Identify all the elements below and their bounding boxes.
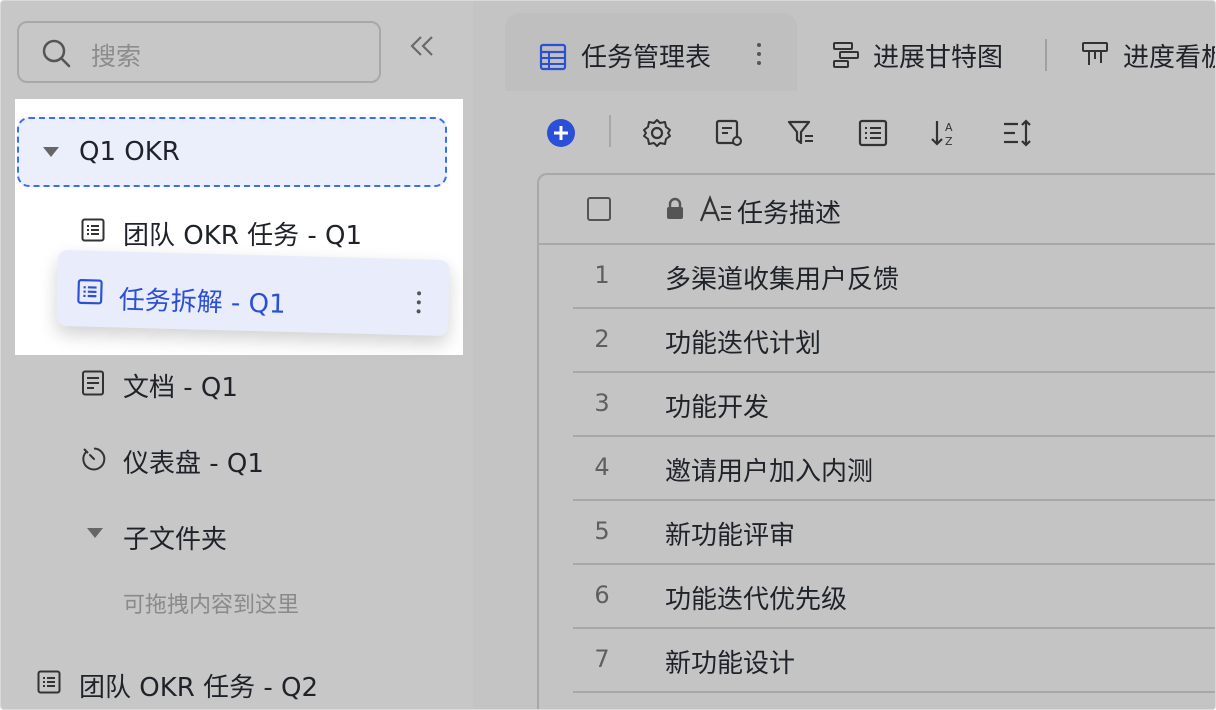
table-row[interactable]: 2 功能迭代计划 <box>573 309 1215 373</box>
cell-task-description[interactable]: 多渠道收集用户反馈 <box>665 259 899 296</box>
cell-task-description[interactable]: 功能迭代优先级 <box>665 579 847 616</box>
sort-az-icon[interactable]: AZ <box>929 117 961 153</box>
more-options-icon[interactable] <box>416 291 422 318</box>
settings-gear-icon[interactable] <box>641 117 673 153</box>
tab-label: 任务管理表 <box>581 43 712 73</box>
row-number: 6 <box>594 581 610 609</box>
main-area: 任务管理表 进展甘特图 进度看板 <box>473 1 1215 709</box>
toolbar: AZ <box>505 91 1215 175</box>
svg-text:Z: Z <box>945 135 953 148</box>
group-list-icon[interactable] <box>857 117 889 153</box>
field-config-icon[interactable] <box>713 117 745 153</box>
svg-text:A: A <box>945 121 953 134</box>
drop-hint: 可拖拽内容到这里 <box>123 593 300 618</box>
more-options-icon[interactable] <box>757 43 761 70</box>
view-tabs: 任务管理表 进展甘特图 进度看板 <box>473 1 1215 93</box>
select-all-checkbox[interactable] <box>587 197 611 221</box>
sidebar-item-label: 子文件夹 <box>123 525 228 555</box>
toolbar-divider <box>609 115 611 147</box>
search-icon <box>41 38 71 72</box>
dragging-item-task-breakdown[interactable]: 任务拆解 - Q1 <box>56 249 450 337</box>
folder-label: Q1 OKR <box>79 137 180 167</box>
table-icon <box>77 278 104 309</box>
table-row[interactable]: 5 新功能评审 <box>573 501 1215 565</box>
search-input[interactable]: 搜索 <box>17 21 381 83</box>
tab-label: 进度看板 <box>1123 43 1215 73</box>
sidebar: 搜索 Q1 OKR 团队 OKR 任务 - Q1 任务拆解 - Q1 文档 - … <box>1 1 473 709</box>
table-row[interactable]: 6 功能迭代优先级 <box>573 565 1215 629</box>
row-number: 7 <box>594 645 610 673</box>
table-row[interactable]: 4 邀请用户加入内测 <box>573 437 1215 501</box>
cell-task-description[interactable]: 邀请用户加入内测 <box>665 451 873 488</box>
folder-q1-okr[interactable]: Q1 OKR <box>17 117 447 187</box>
view-content: AZ 任务描述 1 多渠道收集用户反馈 2 功能迭代计划 3 功能开发 4 邀请… <box>505 91 1215 709</box>
table-row[interactable]: 3 功能开发 <box>573 373 1215 437</box>
dashboard-gauge-icon <box>81 446 107 479</box>
kanban-icon <box>1081 41 1109 76</box>
cell-task-description[interactable]: 新功能设计 <box>665 643 795 680</box>
sidebar-item-label: 团队 OKR 任务 - Q1 <box>123 221 363 251</box>
collapse-sidebar-icon[interactable] <box>409 35 435 59</box>
app-window: 搜索 Q1 OKR 团队 OKR 任务 - Q1 任务拆解 - Q1 文档 - … <box>0 0 1216 710</box>
data-table: 任务描述 1 多渠道收集用户反馈 2 功能迭代计划 3 功能开发 4 邀请用户加… <box>537 173 1215 709</box>
table-row[interactable]: 1 多渠道收集用户反馈 <box>573 245 1215 309</box>
row-height-icon[interactable] <box>1001 117 1033 153</box>
cell-task-description[interactable]: 功能迭代计划 <box>665 323 821 360</box>
cell-task-description[interactable]: 新功能评审 <box>665 515 795 552</box>
row-number: 2 <box>594 325 610 353</box>
filter-icon[interactable] <box>785 117 817 153</box>
table-icon <box>81 218 105 249</box>
add-record-icon[interactable] <box>545 117 577 153</box>
column-header-task-description[interactable]: 任务描述 <box>737 193 841 230</box>
row-number: 3 <box>594 389 610 417</box>
tab-divider <box>1045 39 1047 71</box>
tab-task-table[interactable]: 任务管理表 <box>505 13 797 93</box>
sidebar-item-label: 文档 - Q1 <box>123 373 238 403</box>
sidebar-item-label: 团队 OKR 任务 - Q2 <box>79 673 319 703</box>
row-number: 1 <box>594 261 610 289</box>
cell-task-description[interactable]: 功能开发 <box>665 387 769 424</box>
row-number: 5 <box>594 517 610 545</box>
sidebar-item-label: 仪表盘 - Q1 <box>123 449 264 479</box>
lock-icon <box>665 197 685 225</box>
tab-label: 进展甘特图 <box>873 43 1004 73</box>
row-number: 4 <box>594 453 610 481</box>
table-icon <box>37 670 61 701</box>
grid-table-icon <box>539 43 567 75</box>
gantt-icon <box>831 41 861 76</box>
search-placeholder: 搜索 <box>91 42 142 71</box>
table-header: 任务描述 <box>539 175 1215 245</box>
document-icon <box>81 370 105 403</box>
table-row[interactable]: 7 新功能设计 <box>573 629 1215 693</box>
caret-down-icon[interactable] <box>43 147 59 157</box>
caret-down-icon[interactable] <box>87 528 103 538</box>
sidebar-item-label: 任务拆解 - Q1 <box>118 285 287 320</box>
text-field-icon <box>699 194 733 229</box>
